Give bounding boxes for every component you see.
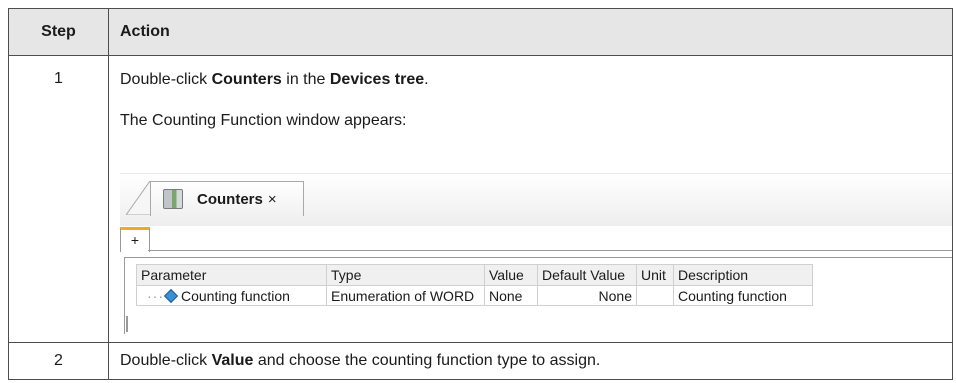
table-row[interactable]: ··· Counting function Enumeration of WORD… (136, 285, 813, 306)
result-text: The Counting Function window appears: (120, 112, 407, 129)
scrollbar-stub[interactable] (126, 316, 128, 332)
grid-header-row: Parameter Type Value Default Value Unit … (136, 264, 813, 286)
col-header-value[interactable]: Value (484, 264, 538, 286)
col-header-parameter[interactable]: Parameter (136, 264, 327, 286)
cell-default-value: None (537, 285, 637, 306)
cell-description: Counting function (673, 285, 813, 306)
tab-label: Counters (197, 190, 263, 208)
parameter-icon (163, 288, 179, 303)
bold-term: Counters (211, 71, 282, 88)
divider (148, 250, 952, 251)
tab-counters[interactable]: Counters × (150, 181, 304, 216)
close-icon[interactable]: × (268, 191, 277, 208)
parameter-grid: Parameter Type Value Default Value Unit … (136, 264, 813, 306)
text-fragment: . (424, 71, 429, 88)
counters-device-icon (163, 189, 183, 209)
col-header-type[interactable]: Type (326, 264, 485, 286)
bold-term: Devices tree (329, 71, 425, 88)
text-fragment: in the (281, 71, 330, 88)
col-header-default-value[interactable]: Default Value (537, 264, 637, 286)
header-action: Action (108, 8, 953, 56)
col-header-description[interactable]: Description (673, 264, 813, 286)
bold-term: Value (211, 352, 254, 369)
text-fragment: Double-click (120, 71, 212, 88)
cell-parameter: ··· Counting function (136, 285, 327, 306)
tree-connector: ··· (147, 287, 164, 304)
col-header-unit[interactable]: Unit (636, 264, 674, 286)
cell-type: Enumeration of WORD (326, 285, 485, 306)
procedure-table: Step Action 1 Double-click Counters in t… (8, 8, 953, 380)
text-fragment: and choose the counting function type to… (253, 352, 601, 369)
header-step: Step (8, 8, 109, 56)
cell-value[interactable]: None (484, 285, 538, 306)
table-header-row: Step Action (8, 8, 953, 56)
table-row: 2 Double-click Value and choose the coun… (8, 342, 953, 380)
action-cell: Double-click Value and choose the counti… (108, 342, 953, 380)
table-row: 1 Double-click Counters in the Devices t… (8, 55, 953, 343)
action-cell: Double-click Counters in the Devices tre… (108, 55, 953, 343)
instruction-text: Double-click Counters in the Devices tre… (120, 70, 952, 90)
cell-unit (636, 285, 674, 306)
step-number: 2 (8, 342, 109, 380)
counting-function-window-screenshot: Counters × + Parameter Type Value Defaul… (120, 173, 952, 334)
add-tab-button[interactable]: + (120, 227, 150, 252)
step-number: 1 (8, 55, 109, 343)
parameter-name: Counting function (181, 287, 290, 304)
text-fragment: Double-click (120, 352, 212, 369)
